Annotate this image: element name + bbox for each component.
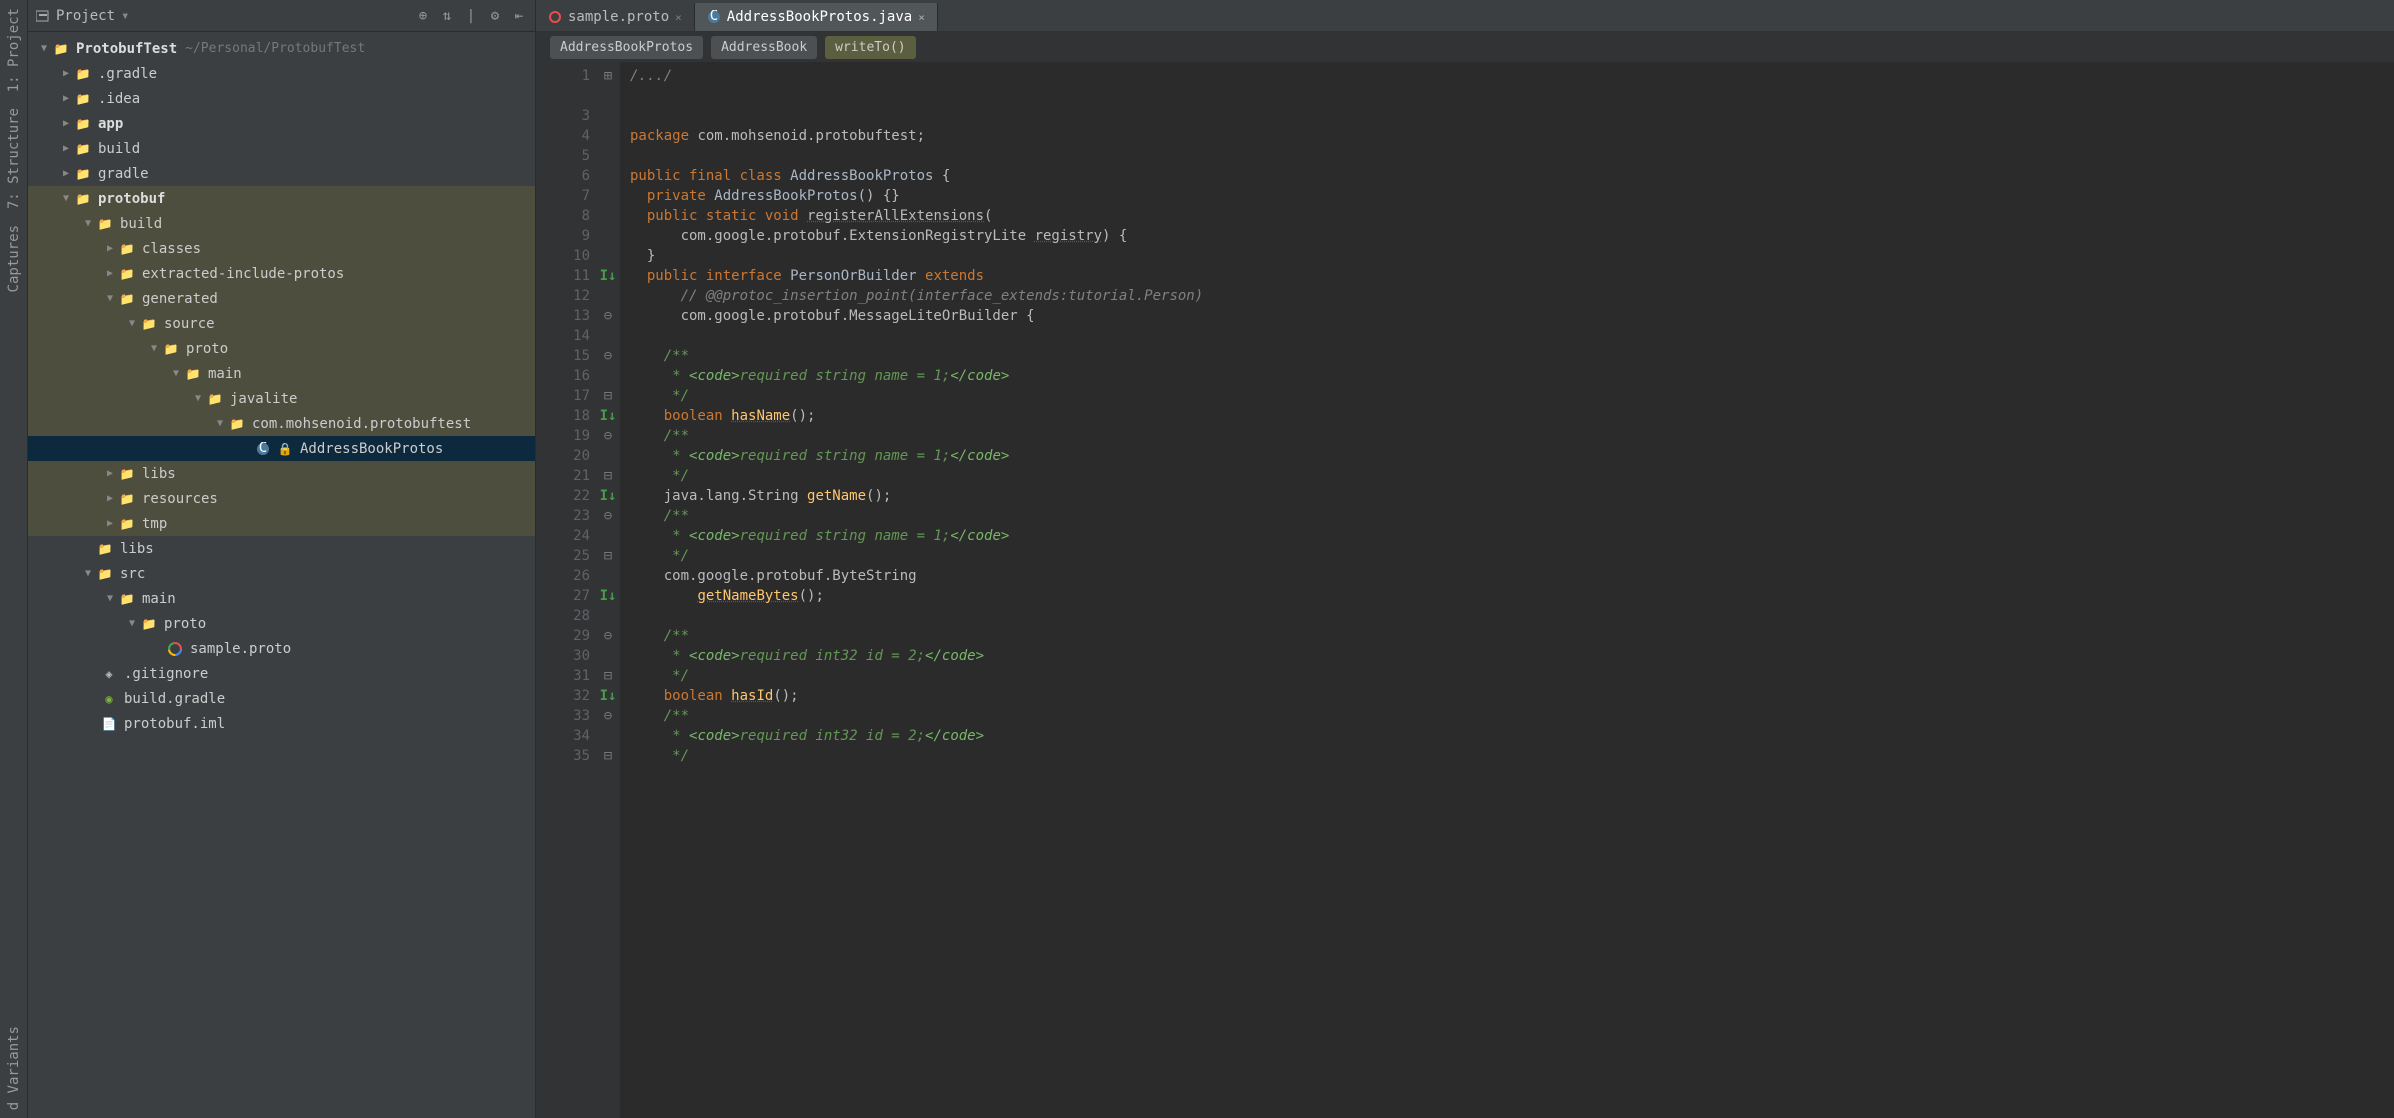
gear-icon[interactable]: ⚙ bbox=[487, 8, 503, 24]
breadcrumbs: AddressBookProtos AddressBook writeTo() bbox=[536, 32, 2394, 62]
tree-item[interactable]: ▶📁resources bbox=[28, 486, 535, 511]
project-panel: Project ▾ ⊕ ⇅ | ⚙ ⇤ ▼📁ProtobufTest~/Pers… bbox=[28, 0, 536, 1118]
structure-tool-button[interactable]: 7: Structure bbox=[6, 108, 22, 209]
gradle-icon: ◉ bbox=[100, 690, 118, 708]
tree-item[interactable]: 📁libs bbox=[28, 536, 535, 561]
tree-item[interactable]: ▶📁gradle bbox=[28, 161, 535, 186]
java-class-icon: C bbox=[254, 440, 272, 458]
implement-icon[interactable]: I↓ bbox=[596, 266, 620, 286]
tree-item[interactable]: ▶📁build bbox=[28, 136, 535, 161]
tree-item[interactable]: 📄protobuf.iml bbox=[28, 711, 535, 736]
proto-file-icon bbox=[548, 10, 562, 24]
tree-item[interactable]: ▼📁generated bbox=[28, 286, 535, 311]
tree-item[interactable]: ▼📁source bbox=[28, 311, 535, 336]
tree-item[interactable]: ◉build.gradle bbox=[28, 686, 535, 711]
implement-icon[interactable]: I↓ bbox=[596, 406, 620, 426]
implement-icon[interactable]: I↓ bbox=[596, 686, 620, 706]
crumb-active[interactable]: writeTo() bbox=[825, 36, 915, 59]
tree-item[interactable]: ▶📁classes bbox=[28, 236, 535, 261]
tree-item[interactable]: ▶📁extracted-include-protos bbox=[28, 261, 535, 286]
captures-tool-button[interactable]: Captures bbox=[6, 225, 22, 292]
project-tree[interactable]: ▼📁ProtobufTest~/Personal/ProtobufTest ▶📁… bbox=[28, 32, 535, 1118]
divider-icon: | bbox=[463, 8, 479, 24]
target-icon[interactable]: ⊕ bbox=[415, 8, 431, 24]
tree-item[interactable]: ▶📁.gradle bbox=[28, 61, 535, 86]
iml-icon: 📄 bbox=[100, 715, 118, 733]
svg-text:C: C bbox=[710, 10, 718, 24]
project-tool-button[interactable]: 1: Project bbox=[6, 8, 22, 92]
close-icon[interactable]: × bbox=[675, 11, 682, 24]
panel-title[interactable]: Project ▾ bbox=[36, 8, 129, 24]
lock-icon: 🔒 bbox=[276, 440, 294, 458]
tree-item[interactable]: ▼📁com.mohsenoid.protobuftest bbox=[28, 411, 535, 436]
collapse-icon[interactable]: ⇅ bbox=[439, 8, 455, 24]
crumb[interactable]: AddressBookProtos bbox=[550, 36, 703, 59]
tree-item[interactable]: ▼📁src bbox=[28, 561, 535, 586]
line-numbers: 1 34567891011121314151617181920212223242… bbox=[536, 62, 596, 1118]
project-icon bbox=[36, 9, 50, 23]
java-class-icon: C bbox=[707, 10, 721, 24]
editor-tabs: sample.proto× CAddressBookProtos.java× bbox=[536, 0, 2394, 32]
tree-item[interactable]: ▼📁proto bbox=[28, 336, 535, 361]
proto-file-icon bbox=[166, 640, 184, 658]
crumb[interactable]: AddressBook bbox=[711, 36, 817, 59]
tab-sample-proto[interactable]: sample.proto× bbox=[536, 3, 695, 31]
tree-item[interactable]: ▼📁build bbox=[28, 211, 535, 236]
tree-item-selected[interactable]: C🔒AddressBookProtos bbox=[28, 436, 535, 461]
code-content[interactable]: /.../ package com.mohsenoid.protobuftest… bbox=[620, 62, 2394, 1118]
tree-item[interactable]: ▼📁protobuf bbox=[28, 186, 535, 211]
tree-item[interactable]: sample.proto bbox=[28, 636, 535, 661]
variants-tool-button[interactable]: d Variants bbox=[6, 1026, 22, 1110]
gitignore-icon: ◈ bbox=[100, 665, 118, 683]
panel-header: Project ▾ ⊕ ⇅ | ⚙ ⇤ bbox=[28, 0, 535, 32]
tree-item[interactable]: ▼📁proto bbox=[28, 611, 535, 636]
close-icon[interactable]: × bbox=[918, 11, 925, 24]
tab-addressbookprotos[interactable]: CAddressBookProtos.java× bbox=[695, 3, 938, 31]
svg-text:C: C bbox=[259, 442, 267, 456]
tree-item[interactable]: ▶📁app bbox=[28, 111, 535, 136]
tree-item[interactable]: ▶📁tmp bbox=[28, 511, 535, 536]
gutter-marks: ⊞ I↓ ⊖ ⊖ ⊟I↓⊖ ⊟I↓⊖ ⊟ I↓ ⊖ ⊟I↓⊖ ⊟ bbox=[596, 62, 620, 1118]
tree-item[interactable]: ▼📁main bbox=[28, 361, 535, 386]
tree-item[interactable]: ▶📁.idea bbox=[28, 86, 535, 111]
tool-window-bar: 1: Project 7: Structure Captures d Varia… bbox=[0, 0, 28, 1118]
tree-item[interactable]: ▶📁libs bbox=[28, 461, 535, 486]
hide-icon[interactable]: ⇤ bbox=[511, 8, 527, 24]
tree-root[interactable]: ▼📁ProtobufTest~/Personal/ProtobufTest bbox=[28, 36, 535, 61]
tree-item[interactable]: ▼📁main bbox=[28, 586, 535, 611]
implement-icon[interactable]: I↓ bbox=[596, 586, 620, 606]
code-editor[interactable]: 1 34567891011121314151617181920212223242… bbox=[536, 62, 2394, 1118]
implement-icon[interactable]: I↓ bbox=[596, 486, 620, 506]
editor-area: sample.proto× CAddressBookProtos.java× A… bbox=[536, 0, 2394, 1118]
tree-item[interactable]: ◈.gitignore bbox=[28, 661, 535, 686]
tree-item[interactable]: ▼📁javalite bbox=[28, 386, 535, 411]
